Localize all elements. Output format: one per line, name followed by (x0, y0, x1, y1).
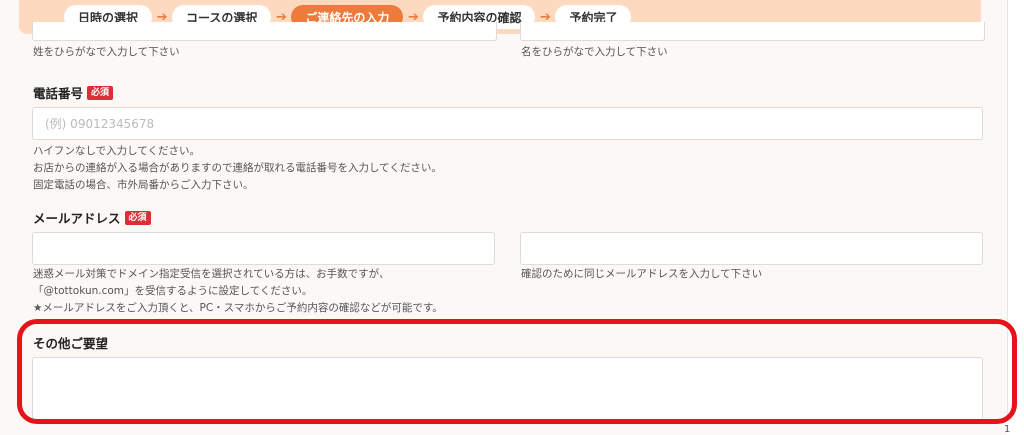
required-badge: 必須 (124, 210, 151, 225)
last-name-input[interactable] (32, 22, 497, 41)
email-hint-line: 「@tottokun.com」を受信するように設定してください。 (33, 285, 313, 297)
page-edge (1007, 0, 1008, 420)
phone-label-text: 電話番号 (33, 86, 84, 101)
phone-hint-line: お店からの連絡が入る場合がありますので連絡が取れる電話番号を入力してください。 (33, 162, 442, 174)
other-requests-label: その他ご要望 (33, 333, 108, 352)
reservation-form: 日時の選択 ➔ コースの選択 ➔ ご連絡先の入力 ➔ 予約内容の確認 ➔ 予約完… (0, 0, 1007, 435)
first-name-input[interactable] (520, 22, 985, 41)
first-name-hint: 名をひらがなで入力して下さい (521, 46, 668, 58)
email-hint-line: ★メールアドレスをご入力頂くと、PC・スマホからご予約内容の確認などが可能です。 (33, 302, 443, 314)
last-name-hint: 姓をひらがなで入力して下さい (33, 46, 180, 58)
phone-hint-line: ハイフンなしで入力してください。 (33, 145, 201, 157)
phone-hint-line: 固定電話の場合、市外局番からご入力下さい。 (33, 179, 254, 191)
other-requests-label-text: その他ご要望 (33, 336, 109, 351)
phone-input[interactable] (32, 107, 983, 140)
email-hint-line: 迷惑メール対策でドメイン指定受信を選択されている方は、お手数ですが、 (33, 268, 390, 280)
email-input[interactable] (32, 232, 495, 265)
phone-hints: ハイフンなしで入力してください。 お店からの連絡が入る場合がありますので連絡が取… (33, 143, 442, 194)
phone-label: 電話番号 必須 (33, 83, 114, 102)
email-label-text: メールアドレス (33, 211, 121, 226)
other-requests-textarea[interactable] (32, 357, 983, 420)
required-badge: 必須 (87, 85, 114, 100)
email-confirm-input[interactable] (520, 232, 983, 265)
email-hints: 迷惑メール対策でドメイン指定受信を選択されている方は、お手数ですが、 「@tot… (33, 266, 443, 317)
edge-mark: 1 (1004, 424, 1011, 435)
email-label: メールアドレス 必須 (33, 208, 151, 227)
email-confirm-hint: 確認のために同じメールアドレスを入力して下さい (521, 268, 763, 280)
